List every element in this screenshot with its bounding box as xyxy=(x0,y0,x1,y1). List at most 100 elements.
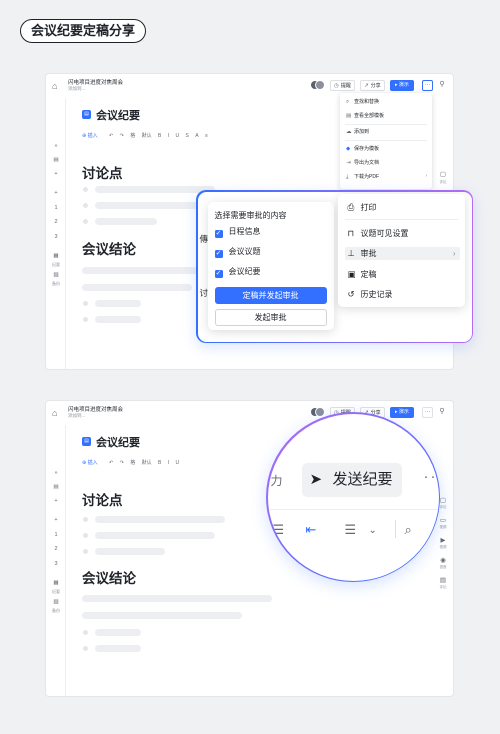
mic-icon[interactable]: ◉ xyxy=(433,556,453,564)
bold-icon[interactable]: B xyxy=(158,460,161,466)
placeholder-line xyxy=(95,516,225,523)
menu-label: 导出为文档 xyxy=(354,160,380,166)
finalize-approve-button[interactable]: 定稿并发起审批 xyxy=(214,286,327,304)
outdent-icon[interactable]: ⇤ xyxy=(306,522,317,538)
bullet xyxy=(83,317,88,322)
check-schedule[interactable]: ✓ 日程信息 xyxy=(214,227,261,238)
outline-item-1[interactable]: 1 xyxy=(46,205,66,211)
outline-item-3[interactable]: 3 xyxy=(46,561,66,567)
add-icon[interactable]: + xyxy=(46,171,66,177)
placeholder-line xyxy=(95,218,157,225)
collaborator-avatars[interactable] xyxy=(310,407,326,417)
doc-subtitle[interactable]: 添加到... xyxy=(68,413,85,419)
menu-find-replace[interactable]: ⌕ 查找和替换 xyxy=(346,98,379,106)
doc-subtitle[interactable]: 添加到... xyxy=(68,86,85,92)
italic-icon[interactable]: I xyxy=(168,460,169,466)
more-button[interactable]: ··· xyxy=(422,80,433,91)
backup-icon[interactable]: ▨ xyxy=(46,599,66,605)
more-button[interactable]: ··· xyxy=(422,407,433,418)
comment-icon[interactable]: ▢ xyxy=(433,170,453,178)
checkbox-checked-icon[interactable]: ✓ xyxy=(214,229,223,238)
format-brush-icon[interactable]: 格 xyxy=(130,132,135,139)
check-topics[interactable]: ✓ 会议议题 xyxy=(214,247,261,258)
note-icon[interactable]: ▤ xyxy=(433,576,453,584)
doc-title: 会议纪要 xyxy=(96,437,140,449)
text-color-icon[interactable]: A xyxy=(195,133,198,139)
menu-history[interactable]: ↺ 历史记录 xyxy=(345,288,460,301)
underline-icon[interactable]: U xyxy=(176,133,180,139)
present-button[interactable]: ▸ 演示 xyxy=(390,80,414,91)
outline-item-1[interactable]: 1 xyxy=(46,532,66,538)
add-icon[interactable]: + xyxy=(46,517,66,523)
section-conclusion: 会议结论 xyxy=(82,242,136,257)
bullet xyxy=(83,203,88,208)
check-minutes[interactable]: ✓ 会议纪要 xyxy=(214,267,261,278)
redo-icon[interactable]: ↷ xyxy=(120,460,124,466)
align-left-icon[interactable]: ☰ xyxy=(345,522,357,538)
menu-download-pdf[interactable]: ⤓ 下载为PDF xyxy=(346,173,379,181)
backup-icon[interactable]: ▨ xyxy=(46,272,66,278)
underline-icon[interactable]: U xyxy=(176,460,180,466)
home-icon[interactable]: ⌂ xyxy=(52,81,62,91)
menu-add-to[interactable]: ☁ 添加到 xyxy=(346,128,369,136)
placeholder-line xyxy=(95,548,165,555)
add-icon[interactable]: + xyxy=(46,190,66,196)
italic-icon[interactable]: I xyxy=(168,133,169,139)
placeholder-line xyxy=(82,612,242,619)
align-icon[interactable]: ≡ xyxy=(205,133,208,139)
list-icon[interactable]: ☰ xyxy=(273,522,285,538)
section-discussion: 讨论点 xyxy=(82,166,123,181)
more-dots-icon[interactable]: ·· xyxy=(424,468,438,485)
checkbox-checked-icon[interactable]: ✓ xyxy=(214,269,223,278)
outline-item-2[interactable]: 2 xyxy=(46,219,66,225)
checkbox-checked-icon[interactable]: ✓ xyxy=(214,249,223,258)
expand-icon[interactable]: » xyxy=(46,143,66,149)
menu-topic-visibility[interactable]: ⊓ 议题可见设置 xyxy=(345,227,460,240)
expand-icon[interactable]: » xyxy=(46,470,66,476)
menu-all-templates[interactable]: ▤ 查看全部模板 xyxy=(346,112,384,120)
start-approval-button[interactable]: 发起审批 xyxy=(214,308,327,326)
remind-button[interactable]: ◷提醒 xyxy=(330,80,355,91)
export-icon: ⇥ xyxy=(346,160,351,166)
menu-print[interactable]: ⎙ 打印 xyxy=(345,201,460,214)
add-icon[interactable]: + xyxy=(46,498,66,504)
chevron-down-icon[interactable]: ⌄ xyxy=(369,525,377,536)
style-select[interactable]: 默认 xyxy=(142,459,152,466)
share-button[interactable]: ↗分享 xyxy=(360,80,385,91)
placeholder-line xyxy=(95,645,141,652)
bold-icon[interactable]: B xyxy=(158,133,161,139)
search-icon[interactable]: ⚲ xyxy=(437,407,447,417)
present-button[interactable]: ▸ 演示 xyxy=(390,407,414,418)
minutes-icon[interactable]: ▦ xyxy=(46,580,66,586)
comment-label: 评论 xyxy=(439,180,447,184)
minutes-icon[interactable]: ▦ xyxy=(46,253,66,259)
undo-icon[interactable]: ↶ xyxy=(109,460,113,466)
outline-icon[interactable]: ▤ xyxy=(46,157,66,163)
toolbar-divider xyxy=(267,508,439,510)
send-minutes-button[interactable]: ➤ 发送纪要 xyxy=(301,462,402,497)
present-label: 演示 xyxy=(398,409,409,415)
redo-icon[interactable]: ↷ xyxy=(120,133,124,139)
outline-icon[interactable]: ▤ xyxy=(46,484,66,490)
outline-item-3[interactable]: 3 xyxy=(46,234,66,240)
menu-export-doc[interactable]: ⇥ 导出为文档 xyxy=(346,159,379,167)
collaborator-avatars[interactable] xyxy=(310,80,326,90)
search-icon[interactable]: ⚲ xyxy=(437,80,447,90)
menu-finalize[interactable]: ▣ 定稿 xyxy=(345,268,460,281)
outline-item-2[interactable]: 2 xyxy=(46,546,66,552)
find-in-doc-icon[interactable]: ⌕ xyxy=(405,522,412,538)
insert-button[interactable]: ⊕ 插入 xyxy=(82,459,103,466)
menu-approval[interactable]: ⊥ 审批 › xyxy=(344,246,460,260)
insert-button[interactable]: ⊕ 插入 xyxy=(82,132,103,139)
style-select[interactable]: 默认 xyxy=(142,132,152,139)
menu-save-template[interactable]: ◆ 保存为模板 xyxy=(346,145,379,153)
strike-icon[interactable]: S xyxy=(186,133,189,139)
format-brush-icon[interactable]: 格 xyxy=(130,459,135,466)
backup-label: 备份 xyxy=(52,281,60,286)
home-icon[interactable]: ⌂ xyxy=(52,408,62,418)
template-icon: ▤ xyxy=(346,113,352,119)
remind-label: 提醒 xyxy=(340,83,351,89)
undo-icon[interactable]: ↶ xyxy=(109,133,113,139)
placeholder-line xyxy=(95,300,141,307)
camera-icon[interactable]: ▶ xyxy=(433,536,453,544)
